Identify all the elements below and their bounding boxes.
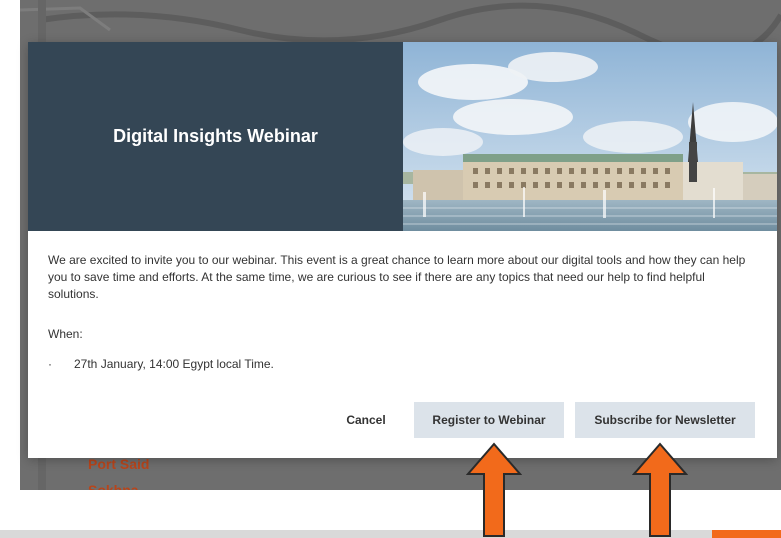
annotation-arrow-subscribe-icon — [632, 442, 688, 537]
modal-title: Digital Insights Webinar — [113, 126, 318, 146]
cancel-button[interactable]: Cancel — [328, 402, 404, 438]
background-link-sokhna[interactable]: Sokhna — [88, 482, 139, 490]
background-link-port-said[interactable]: Port Said — [88, 456, 149, 472]
hero-title-panel: Digital Insights Webinar — [28, 42, 403, 231]
city-skyline-image — [403, 42, 777, 231]
bottom-orange-tab[interactable] — [712, 530, 781, 538]
webinar-modal: Digital Insights Webinar We are excited … — [28, 42, 777, 458]
annotation-arrow-register-icon — [466, 442, 522, 537]
intro-paragraph: We are excited to invite you to our webi… — [48, 253, 746, 301]
hero-image — [403, 42, 777, 231]
modal-description: We are excited to invite you to our webi… — [48, 252, 758, 303]
subscribe-newsletter-button[interactable]: Subscribe for Newsletter — [575, 402, 755, 438]
event-date: 27th January, 14:00 Egypt local Time. — [74, 357, 274, 371]
when-label: When: — [48, 327, 83, 341]
bullet-icon: · — [48, 357, 52, 371]
register-webinar-button[interactable]: Register to Webinar — [414, 402, 564, 438]
event-date-item: · 27th January, 14:00 Egypt local Time. — [48, 357, 274, 371]
modal-hero: Digital Insights Webinar — [28, 42, 777, 231]
